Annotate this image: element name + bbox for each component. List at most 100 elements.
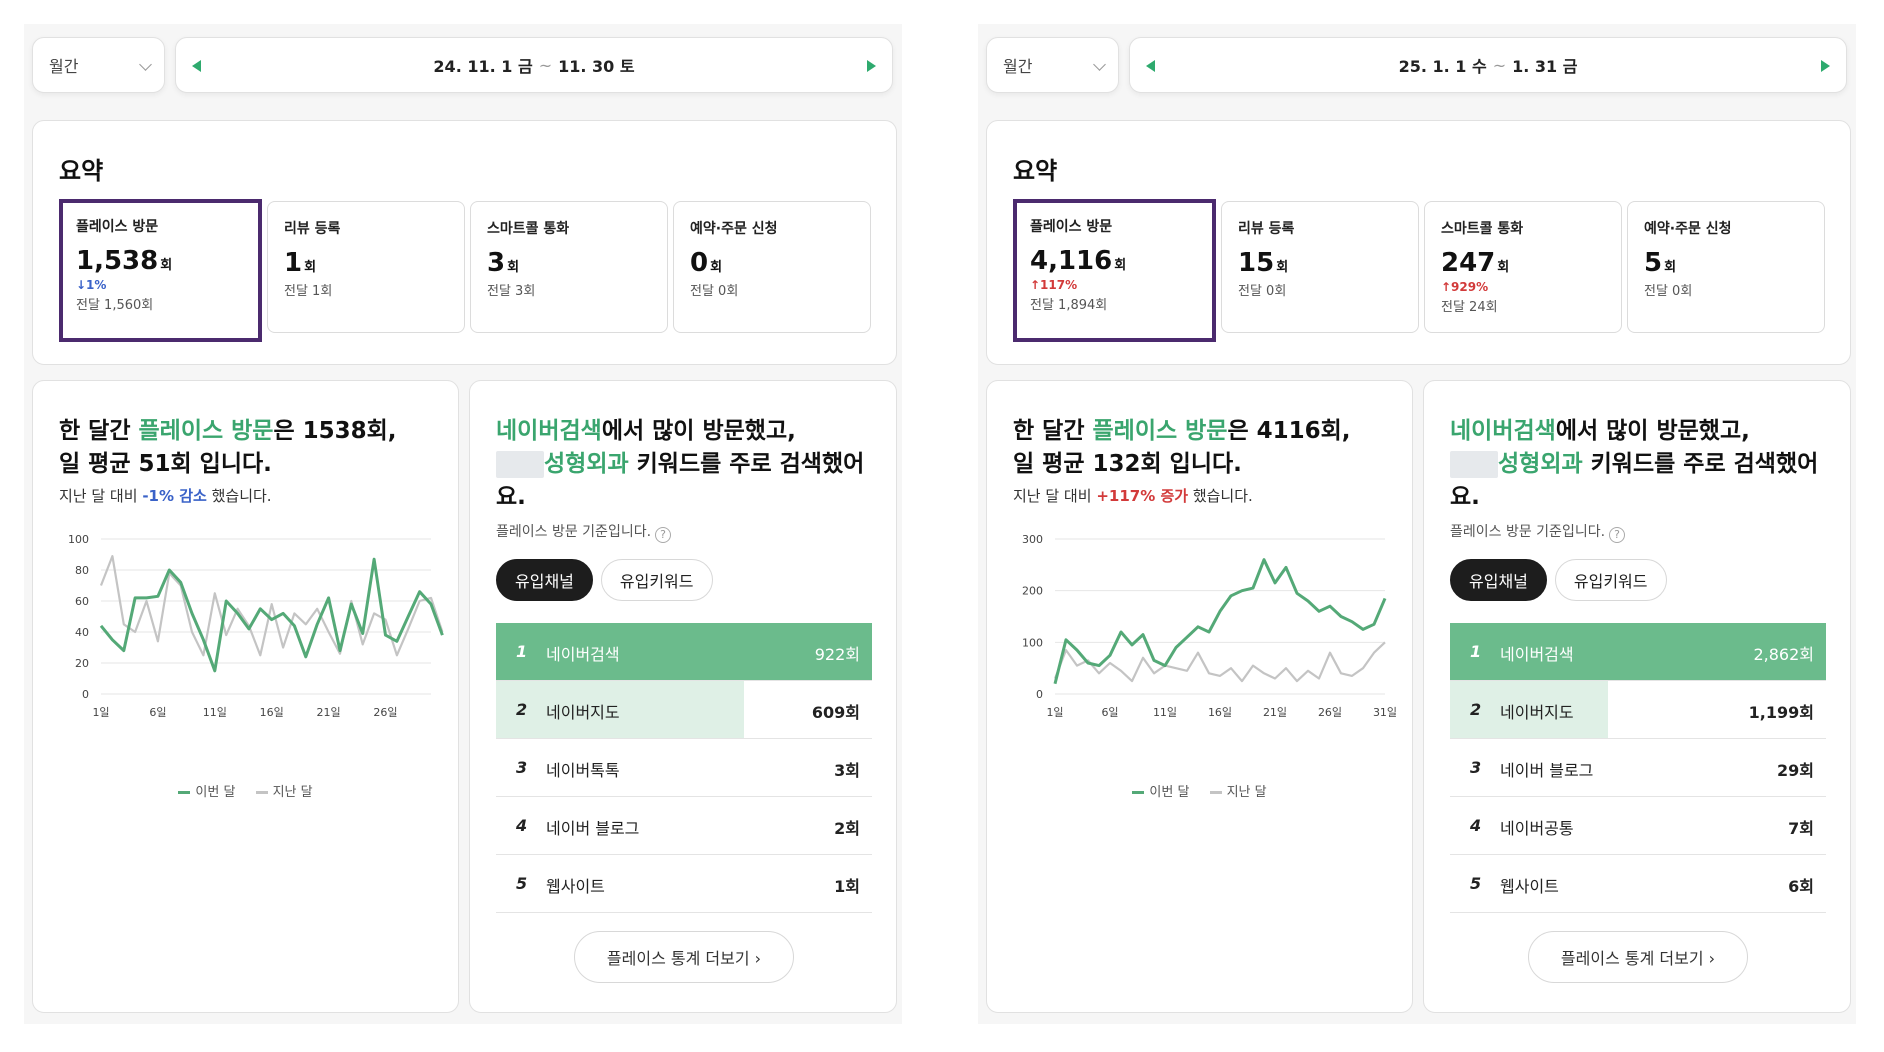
- x-tick-label: 1일: [1046, 705, 1063, 719]
- channel-rank-list: 1 네이버검색 2,862회 2 네이버지도 1,199회 3 네이버 블로그 29회 4네…: [1450, 623, 1826, 913]
- rank-num: 5: [1470, 874, 1482, 893]
- date-start: 24. 11. 1 금: [433, 57, 533, 76]
- rank-row: 1 네이버검색 922회: [496, 623, 872, 681]
- date-end: 11. 30 토: [558, 57, 635, 76]
- help-icon[interactable]: ?: [655, 527, 672, 543]
- tab-inflow-channel[interactable]: 유입채널: [1450, 559, 1547, 601]
- rank-name: 네이버지도: [546, 703, 620, 722]
- stat-value: 247 회: [1441, 248, 1510, 278]
- legend-last-month: 지난 달: [255, 785, 313, 800]
- stat-label: 플레이스 방문: [76, 219, 159, 235]
- x-tick-label: 16일: [1208, 705, 1232, 719]
- rank-count: 609회: [811, 703, 860, 722]
- stat-value: 4,116 회: [1030, 246, 1127, 276]
- stat-label: 리뷰 등록: [284, 221, 341, 237]
- channel-tabs: 유입채널 유입키워드: [496, 559, 713, 601]
- y-tick-label: 60: [75, 595, 89, 608]
- rank-num: 1: [516, 642, 528, 661]
- help-icon[interactable]: ?: [1609, 527, 1626, 543]
- stat-change: ↑929%: [1441, 280, 1489, 294]
- x-tick-label: 6일: [149, 705, 166, 719]
- stat-value: 1,538 회: [76, 246, 173, 276]
- rank-num: 4: [516, 816, 528, 835]
- stat-value: 5회: [1644, 248, 1677, 278]
- chevron-down-icon: [139, 58, 152, 71]
- rank-count: 922회: [814, 645, 860, 664]
- x-tick-label: 31일: [1373, 705, 1397, 719]
- channel-note: 플레이스 방문 기준입니다.?: [1450, 521, 1626, 543]
- more-stats-button[interactable]: 플레이스 통계 더보기 ›: [1528, 931, 1748, 983]
- date-separator: ~: [538, 55, 553, 75]
- stat-prev: 전달 1,894회: [1030, 298, 1108, 313]
- chart-legend: 이번 달 지난 달: [987, 781, 1412, 800]
- tab-inflow-channel[interactable]: 유입채널: [496, 559, 593, 601]
- rank-row: 4 네이버공통 7회: [1450, 797, 1826, 855]
- tab-inflow-keyword[interactable]: 유입키워드: [600, 559, 713, 601]
- stat-place-visits[interactable]: 플레이스 방문 4,116 회 ↑117% 전달 1,894회: [1013, 199, 1216, 342]
- period-select[interactable]: 월간: [986, 37, 1119, 93]
- stat-reservations[interactable]: 예약·주문 신청 0회 전달 0회: [673, 201, 871, 333]
- stat-value: 1회: [284, 248, 317, 278]
- stat-reviews[interactable]: 리뷰 등록 15 회 전달 0회: [1221, 201, 1419, 333]
- trend-headline: 한 달간 플레이스 방문은 1538회, 일 평균 51회 입니다.: [59, 418, 397, 477]
- next-period-icon[interactable]: [867, 60, 876, 72]
- prev-period-icon[interactable]: [192, 60, 201, 72]
- stat-value: 0회: [690, 248, 723, 278]
- y-tick-label: 200: [1022, 585, 1043, 598]
- y-tick-label: 80: [75, 564, 89, 577]
- visit-trend-card: 한 달간 플레이스 방문은 4116회, 일 평균 132회 입니다. 지난 달 …: [986, 380, 1413, 1013]
- rank-row: 3 네이버톡톡 3회: [496, 739, 872, 797]
- channel-note: 플레이스 방문 기준입니다.?: [496, 521, 672, 543]
- y-tick-label: 100: [1022, 636, 1043, 649]
- rank-count: 1,199회: [1748, 703, 1814, 722]
- rank-row: 3 네이버 블로그 29회: [1450, 739, 1826, 797]
- chevron-down-icon: [1093, 58, 1106, 71]
- date-separator: ~: [1492, 55, 1507, 75]
- series-line-this-month: [99, 557, 444, 673]
- rank-row: 5 웹사이트 6회: [1450, 855, 1826, 913]
- rank-count: 7회: [1788, 819, 1814, 838]
- rank-num: 3: [1470, 758, 1482, 777]
- redacted-keyword-prefix: [496, 451, 544, 478]
- rank-name: 네이버 블로그: [1500, 761, 1594, 780]
- visit-trend-card: 한 달간 플레이스 방문은 1538회, 일 평균 51회 입니다. 지난 달 대…: [32, 380, 459, 1013]
- rank-name: 웹사이트: [546, 877, 605, 896]
- rank-num: 2: [516, 700, 528, 719]
- stat-prev: 전달 24회: [1441, 300, 1498, 315]
- x-tick-label: 6일: [1101, 705, 1118, 719]
- rank-num: 5: [516, 874, 528, 893]
- y-tick-label: 0: [1036, 688, 1043, 701]
- stat-label: 플레이스 방문: [1030, 219, 1113, 235]
- rank-row: 4 네이버 블로그 2회: [496, 797, 872, 855]
- rank-count: 6회: [1788, 877, 1814, 896]
- period-select[interactable]: 월간: [32, 37, 165, 93]
- rank-num: 2: [1470, 700, 1482, 719]
- stat-smartcall[interactable]: 스마트콜 통화 3회 전달 3회: [470, 201, 668, 333]
- stat-reviews[interactable]: 리뷰 등록 1회 전달 1회: [267, 201, 465, 333]
- rank-count: 1회: [834, 877, 860, 896]
- chart-legend: 이번 달 지난 달: [33, 781, 458, 800]
- stat-prev: 전달 3회: [487, 284, 536, 299]
- stat-reservations[interactable]: 예약·주문 신청 5회 전달 0회: [1627, 201, 1825, 333]
- more-stats-button[interactable]: 플레이스 통계 더보기 ›: [574, 931, 794, 983]
- prev-period-icon[interactable]: [1146, 60, 1155, 72]
- stat-label: 스마트콜 통화: [487, 221, 570, 237]
- stat-prev: 전달 1,560회: [76, 298, 154, 313]
- channel-rank-list: 1 네이버검색 922회 2 네이버지도 609회 3 네이버톡톡 3회 4 네이버 블로그 2…: [496, 623, 872, 913]
- report-panel-january: 월간 25. 1. 1 수 ~ 1. 31 금 요약 플레이스 방문 4,116…: [978, 24, 1856, 1024]
- rank-count: 2회: [834, 819, 860, 838]
- y-tick-label: 40: [75, 626, 89, 639]
- tab-inflow-keyword[interactable]: 유입키워드: [1554, 559, 1667, 601]
- next-period-icon[interactable]: [1821, 60, 1830, 72]
- legend-last-month: 지난 달: [1209, 785, 1267, 800]
- stat-prev: 전달 1회: [284, 284, 333, 299]
- rank-bar: [496, 681, 745, 738]
- channel-card: 네이버검색에서 많이 방문했고, 성형외과 키워드를 주로 검색했어요. 플레이스…: [469, 380, 897, 1013]
- stat-smartcall[interactable]: 스마트콜 통화 247 회 ↑929% 전달 24회: [1424, 201, 1622, 333]
- stat-value: 15 회: [1238, 248, 1289, 278]
- stat-label: 예약·주문 신청: [690, 221, 778, 237]
- stat-change: ↓1%: [76, 278, 107, 292]
- y-tick-label: 0: [82, 688, 89, 701]
- stat-place-visits[interactable]: 플레이스 방문 1,538 회 ↓1% 전달 1,560회: [59, 199, 262, 342]
- x-tick-label: 11일: [203, 705, 227, 719]
